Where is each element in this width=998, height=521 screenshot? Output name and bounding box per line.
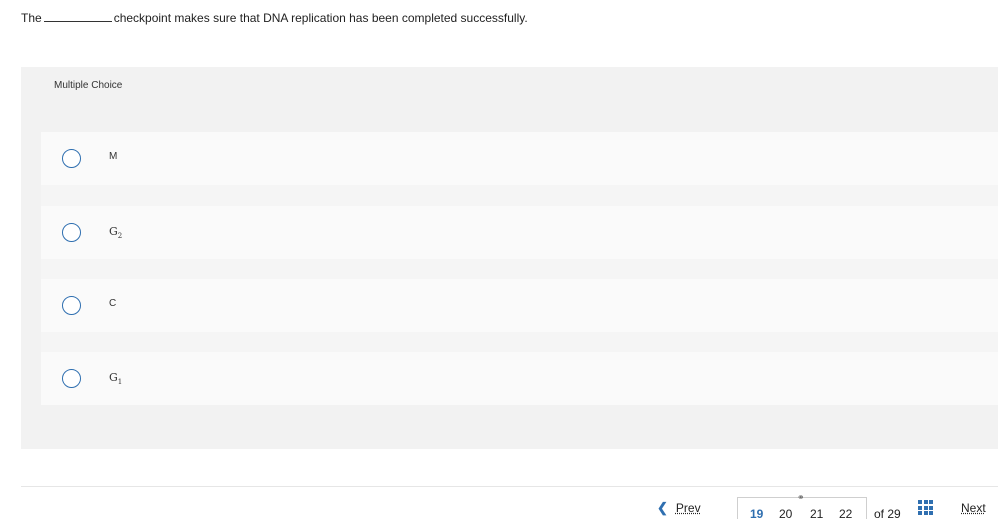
choice-label: C	[109, 298, 117, 309]
radio-button[interactable]	[62, 296, 81, 315]
radio-button[interactable]	[62, 149, 81, 168]
choice-label: G2	[109, 225, 123, 241]
prev-label: Prev	[675, 501, 701, 515]
next-button[interactable]: Next	[961, 501, 986, 515]
chevron-left-icon: ❮	[657, 500, 668, 515]
question-type-label: Multiple Choice	[54, 80, 123, 91]
radio-button[interactable]	[62, 369, 81, 388]
footer-divider	[21, 486, 998, 487]
grid-icon[interactable]	[918, 500, 933, 515]
choice-option-g2[interactable]: G2	[41, 206, 998, 259]
question-suffix: checkpoint makes sure that DNA replicati…	[113, 11, 528, 25]
question-prefix: The	[21, 11, 42, 25]
prev-button[interactable]: ❮ Prev	[657, 500, 701, 516]
radio-button[interactable]	[62, 223, 81, 242]
choice-option-g1[interactable]: G1	[41, 352, 998, 405]
choice-label: M	[109, 151, 118, 162]
question-text: The checkpoint makes sure that DNA replic…	[21, 10, 528, 26]
choice-list: M G2 C G1	[41, 132, 998, 405]
choice-label: G1	[109, 371, 123, 387]
choice-option-m[interactable]: M	[41, 132, 998, 185]
answer-blank	[43, 11, 112, 22]
answer-panel: Multiple Choice M G2 C G1	[21, 67, 998, 449]
link-icon: ⚭	[797, 492, 805, 502]
choice-option-c[interactable]: C	[41, 279, 998, 332]
